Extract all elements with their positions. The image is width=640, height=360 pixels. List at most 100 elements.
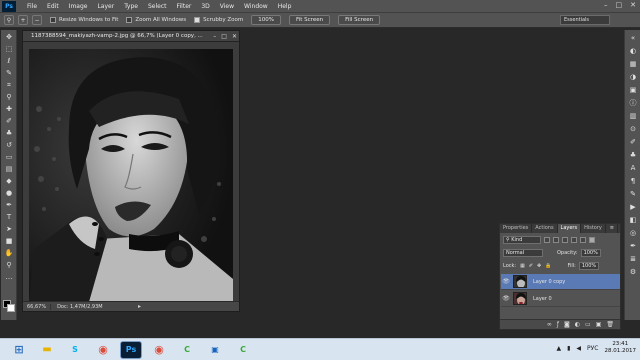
start-button-icon[interactable]: ⊞ bbox=[8, 341, 30, 359]
tab-layers[interactable]: Layers bbox=[557, 224, 582, 233]
menu-image[interactable]: Image bbox=[64, 3, 93, 10]
clone-source-panel-icon[interactable]: ♣ bbox=[627, 149, 639, 160]
properties-panel-icon[interactable]: ⚙ bbox=[627, 266, 639, 277]
zoom-100-button[interactable]: 100% bbox=[251, 15, 281, 25]
healing-brush-tool-icon[interactable]: ✚ bbox=[3, 104, 15, 114]
clone-stamp-tool-icon[interactable]: ♣ bbox=[3, 128, 15, 138]
file-explorer-icon[interactable]: ▬ bbox=[36, 341, 58, 359]
lock-pixels-icon[interactable]: ✐ bbox=[529, 263, 533, 269]
tab-actions[interactable]: Actions bbox=[532, 224, 558, 233]
camtasia-recorder-icon[interactable]: C bbox=[232, 341, 254, 359]
visibility-eye-icon[interactable]: 👁 bbox=[501, 278, 511, 285]
document-tab-title[interactable]: 1187388594_makiyazh-vamp-2.jpg @ 66,7% (… bbox=[23, 31, 239, 42]
link-layers-icon[interactable]: ∞ bbox=[547, 321, 552, 328]
info-panel-icon[interactable]: ⓘ bbox=[627, 97, 639, 108]
timeline-panel-icon[interactable]: ▶ bbox=[627, 201, 639, 212]
adjustments-panel-icon[interactable]: ◑ bbox=[627, 71, 639, 82]
adjustment-filter-icon[interactable] bbox=[553, 236, 559, 243]
layers-panel-icon[interactable]: ≣ bbox=[627, 253, 639, 264]
character-panel-icon[interactable]: A bbox=[627, 162, 639, 173]
hand-tool-icon[interactable]: ✋ bbox=[3, 248, 15, 258]
panel-menu-icon[interactable]: ≡ bbox=[607, 224, 618, 233]
pixel-filter-icon[interactable] bbox=[544, 236, 550, 243]
video-app-icon[interactable]: ▣ bbox=[204, 341, 226, 359]
menu-filter[interactable]: Filter bbox=[172, 3, 197, 10]
channels-panel-icon[interactable]: ◎ bbox=[627, 227, 639, 238]
styles-panel-icon[interactable]: ▣ bbox=[627, 84, 639, 95]
lock-all-icon[interactable]: 🔒 bbox=[545, 263, 551, 269]
close-icon[interactable]: ✕ bbox=[630, 1, 636, 9]
adjustment-layer-icon[interactable]: ◐ bbox=[575, 321, 580, 328]
fill-screen-button[interactable]: Fill Screen bbox=[338, 15, 381, 25]
language-indicator[interactable]: РУС bbox=[587, 345, 598, 352]
shape-filter-icon[interactable] bbox=[571, 236, 577, 243]
maximize-icon[interactable]: □ bbox=[221, 33, 227, 40]
more-tools-icon[interactable]: … bbox=[3, 272, 15, 282]
layer-name[interactable]: Layer 0 copy bbox=[533, 279, 565, 285]
workspace-select[interactable]: Essentials bbox=[560, 15, 610, 25]
photoshop-taskbar-icon[interactable]: Ps bbox=[120, 340, 142, 359]
visibility-eye-icon[interactable]: 👁 bbox=[501, 295, 511, 302]
opacity-field[interactable]: 100% bbox=[580, 248, 601, 257]
background-color-swatch[interactable] bbox=[7, 304, 15, 312]
layer-row-layer-0-copy[interactable]: 👁 Layer 0 copy bbox=[501, 274, 620, 290]
menu-file[interactable]: File bbox=[22, 3, 42, 10]
zoom-tool-icon[interactable]: ⚲ bbox=[4, 15, 14, 25]
swatches-panel-icon[interactable]: ▦ bbox=[627, 58, 639, 69]
eyedropper-tool-icon[interactable]: ⚲ bbox=[3, 92, 15, 102]
zoom-out-icon[interactable]: − bbox=[32, 15, 42, 25]
brush-panel-icon[interactable]: ✐ bbox=[627, 136, 639, 147]
scrubby-zoom-checkbox[interactable]: Scrubby Zoom bbox=[194, 17, 243, 23]
lock-position-icon[interactable]: ✥ bbox=[537, 263, 541, 269]
blur-tool-icon[interactable]: ◆ bbox=[3, 176, 15, 186]
path-select-tool-icon[interactable]: ➤ bbox=[3, 224, 15, 234]
notes-panel-icon[interactable]: ✎ bbox=[627, 188, 639, 199]
tray-arrow-icon[interactable]: ▲ bbox=[556, 345, 561, 352]
dodge-tool-icon[interactable]: ● bbox=[3, 188, 15, 198]
histogram-panel-icon[interactable]: ▥ bbox=[627, 110, 639, 121]
color-panel-icon[interactable]: ◐ bbox=[627, 45, 639, 56]
pen-tool-icon[interactable]: ✒ bbox=[3, 200, 15, 210]
menu-view[interactable]: View bbox=[215, 3, 239, 10]
menu-3d[interactable]: 3D bbox=[196, 3, 214, 10]
blend-mode-select[interactable]: Normal bbox=[503, 248, 543, 257]
quick-select-tool-icon[interactable]: ✎ bbox=[3, 68, 15, 78]
history-brush-tool-icon[interactable]: ↺ bbox=[3, 140, 15, 150]
shape-tool-icon[interactable]: ■ bbox=[3, 236, 15, 246]
layer-comps-panel-icon[interactable]: ◧ bbox=[627, 214, 639, 225]
chrome-icon[interactable]: ◉ bbox=[92, 341, 114, 359]
type-tool-icon[interactable]: T bbox=[3, 212, 15, 222]
chrome-icon-2[interactable]: ◉ bbox=[148, 341, 170, 359]
minimize-icon[interactable]: – bbox=[213, 33, 216, 40]
menu-help[interactable]: Help bbox=[273, 3, 297, 10]
tab-properties[interactable]: Properties bbox=[500, 224, 533, 233]
layer-style-icon[interactable]: ƒ bbox=[557, 321, 559, 328]
filter-toggle-icon[interactable] bbox=[589, 236, 595, 243]
crop-tool-icon[interactable]: ⌗ bbox=[3, 80, 15, 90]
brush-tool-icon[interactable]: ✐ bbox=[3, 116, 15, 126]
add-mask-icon[interactable]: ◙ bbox=[564, 321, 570, 328]
network-icon[interactable]: ▮ bbox=[567, 345, 570, 352]
gradient-tool-icon[interactable]: ▤ bbox=[3, 164, 15, 174]
paths-panel-icon[interactable]: ✒ bbox=[627, 240, 639, 251]
menu-layer[interactable]: Layer bbox=[92, 3, 119, 10]
new-layer-icon[interactable]: ▣ bbox=[596, 321, 602, 328]
navigator-panel-icon[interactable]: ⊙ bbox=[627, 123, 639, 134]
marquee-tool-icon[interactable]: ⬚ bbox=[3, 44, 15, 54]
clock[interactable]: 23:41 28.01.2017 bbox=[605, 341, 637, 355]
canvas-image[interactable] bbox=[29, 49, 233, 302]
maximize-icon[interactable]: □ bbox=[616, 1, 623, 9]
menu-type[interactable]: Type bbox=[119, 3, 143, 10]
menu-window[interactable]: Window bbox=[239, 3, 273, 10]
smart-object-filter-icon[interactable] bbox=[580, 236, 586, 243]
zoom-tool-icon[interactable]: ⚲ bbox=[3, 260, 15, 270]
zoom-in-icon[interactable]: + bbox=[18, 15, 28, 25]
fill-field[interactable]: 100% bbox=[578, 261, 599, 270]
move-tool-icon[interactable]: ✥ bbox=[3, 32, 15, 42]
close-icon[interactable]: ✕ bbox=[232, 33, 237, 40]
collapse-panels-icon[interactable]: « bbox=[627, 32, 639, 43]
skype-icon[interactable]: S bbox=[64, 341, 86, 359]
minimize-icon[interactable]: – bbox=[604, 1, 608, 9]
resize-windows-checkbox[interactable]: Resize Windows to Fit bbox=[50, 17, 118, 23]
tab-history[interactable]: History bbox=[581, 224, 606, 233]
